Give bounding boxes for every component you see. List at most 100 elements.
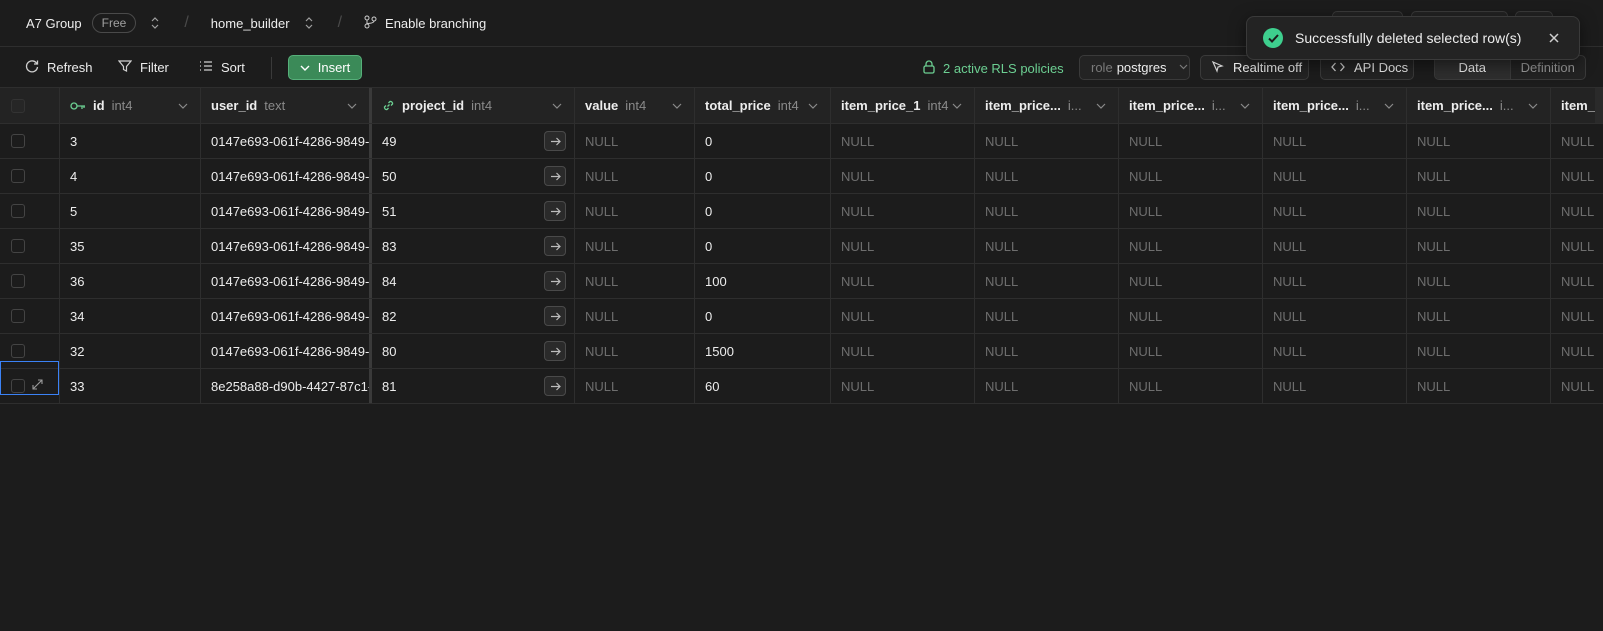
cell-p6[interactable]: NULL [1551,264,1603,298]
cell-project-id[interactable]: 50 [372,159,575,193]
cell-id[interactable]: 36 [60,264,201,298]
select-all-checkbox[interactable] [11,98,25,113]
cell-p3[interactable]: NULL [1119,159,1263,193]
cell-project-id[interactable]: 82 [372,299,575,333]
cell-p6[interactable]: NULL [1551,334,1603,368]
row-checkbox[interactable] [11,134,25,148]
cell-p5[interactable]: NULL [1407,124,1551,158]
table-row[interactable]: 3 0147e693-061f-4286-9849-2 49 NULL 0 NULL NUL… [0,124,1603,159]
cell-user-id[interactable]: 0147e693-061f-4286-9849-2 [201,124,372,158]
cell-p6[interactable]: NULL [1551,369,1603,403]
enable-branching-button[interactable]: Enable branching [364,15,486,32]
cell-total-price[interactable]: 0 [695,229,831,263]
chevron-down-icon[interactable] [552,100,562,112]
column-header-item-price-1[interactable]: item_price_1 int4 [831,88,975,123]
arrow-right-icon[interactable] [544,131,566,151]
cell-user-id[interactable]: 0147e693-061f-4286-9849-2 [201,299,372,333]
cell-total-price[interactable]: 0 [695,194,831,228]
column-header-project-id[interactable]: project_id int4 [372,88,575,123]
cell-p1[interactable]: NULL [831,229,975,263]
cell-p4[interactable]: NULL [1263,229,1407,263]
column-header-total-price[interactable]: total_price int4 [695,88,831,123]
cell-id[interactable]: 4 [60,159,201,193]
column-header-value[interactable]: value int4 [575,88,695,123]
cell-p3[interactable]: NULL [1119,194,1263,228]
table-row[interactable]: 33 8e258a88-d90b-4427-87c1-4 81 NULL 60 NULL N… [0,369,1603,404]
refresh-button[interactable]: Refresh [25,59,93,76]
cell-user-id[interactable]: 0147e693-061f-4286-9849-2 [201,264,372,298]
cell-project-id[interactable]: 83 [372,229,575,263]
cell-id[interactable]: 5 [60,194,201,228]
row-checkbox[interactable] [11,204,25,218]
cell-p3[interactable]: NULL [1119,124,1263,158]
cell-p4[interactable]: NULL [1263,299,1407,333]
row-checkbox[interactable] [11,169,25,183]
cell-user-id[interactable]: 8e258a88-d90b-4427-87c1-4 [201,369,372,403]
cell-p5[interactable]: NULL [1407,299,1551,333]
arrow-right-icon[interactable] [544,271,566,291]
cell-value[interactable]: NULL [575,264,695,298]
cell-p3[interactable]: NULL [1119,369,1263,403]
chevron-down-icon[interactable] [1096,100,1106,112]
cell-p6[interactable]: NULL [1551,124,1603,158]
cell-p1[interactable]: NULL [831,264,975,298]
row-checkbox[interactable] [11,309,25,323]
cell-user-id[interactable]: 0147e693-061f-4286-9849-2 [201,229,372,263]
cell-p4[interactable]: NULL [1263,369,1407,403]
chevron-updown-icon[interactable] [148,17,162,29]
cell-p6[interactable]: NULL [1551,194,1603,228]
cell-project-id[interactable]: 51 [372,194,575,228]
row-checkbox[interactable] [11,239,25,253]
arrow-right-icon[interactable] [544,201,566,221]
cell-project-id[interactable]: 81 [372,369,575,403]
cell-value[interactable]: NULL [575,159,695,193]
cell-value[interactable]: NULL [575,124,695,158]
cell-p4[interactable]: NULL [1263,124,1407,158]
cell-total-price[interactable]: 100 [695,264,831,298]
cell-p6[interactable]: NULL [1551,159,1603,193]
cell-p3[interactable]: NULL [1119,264,1263,298]
arrow-right-icon[interactable] [544,166,566,186]
cell-p4[interactable]: NULL [1263,159,1407,193]
cell-p6[interactable]: NULL [1551,299,1603,333]
cell-value[interactable]: NULL [575,369,695,403]
cell-p2[interactable]: NULL [975,369,1119,403]
cell-total-price[interactable]: 60 [695,369,831,403]
chevron-down-icon[interactable] [347,100,357,112]
chevron-down-icon[interactable] [1240,100,1250,112]
cell-p2[interactable]: NULL [975,124,1119,158]
cell-p2[interactable]: NULL [975,229,1119,263]
column-header-item-price-4[interactable]: item_price... i... [1263,88,1407,123]
cell-user-id[interactable]: 0147e693-061f-4286-9849-2 [201,194,372,228]
cell-user-id[interactable]: 0147e693-061f-4286-9849-2 [201,334,372,368]
chevron-updown-icon[interactable] [302,17,316,29]
cell-p5[interactable]: NULL [1407,229,1551,263]
project-switcher[interactable]: home_builder [211,16,316,31]
cell-p4[interactable]: NULL [1263,264,1407,298]
cell-total-price[interactable]: 0 [695,159,831,193]
table-row[interactable]: 34 0147e693-061f-4286-9849-2 82 NULL 0 NULL NU… [0,299,1603,334]
close-icon[interactable] [1549,30,1559,47]
cell-p2[interactable]: NULL [975,334,1119,368]
role-selector[interactable]: role postgres [1079,55,1190,80]
cell-project-id[interactable]: 49 [372,124,575,158]
arrow-right-icon[interactable] [544,341,566,361]
cell-p3[interactable]: NULL [1119,299,1263,333]
cell-id[interactable]: 34 [60,299,201,333]
cell-user-id[interactable]: 0147e693-061f-4286-9849-2 [201,159,372,193]
chevron-down-icon[interactable] [952,100,962,112]
cell-p1[interactable]: NULL [831,194,975,228]
cell-p2[interactable]: NULL [975,194,1119,228]
cell-p5[interactable]: NULL [1407,159,1551,193]
cell-p1[interactable]: NULL [831,334,975,368]
chevron-down-icon[interactable] [1528,100,1538,112]
cell-total-price[interactable]: 0 [695,124,831,158]
column-header-item-price-2[interactable]: item_price... i... [975,88,1119,123]
table-row[interactable]: 36 0147e693-061f-4286-9849-2 84 NULL 100 NULL… [0,264,1603,299]
arrow-right-icon[interactable] [544,376,566,396]
cell-p1[interactable]: NULL [831,124,975,158]
row-checkbox[interactable] [11,344,25,358]
cell-value[interactable]: NULL [575,299,695,333]
cell-p5[interactable]: NULL [1407,369,1551,403]
filter-button[interactable]: Filter [117,59,169,76]
